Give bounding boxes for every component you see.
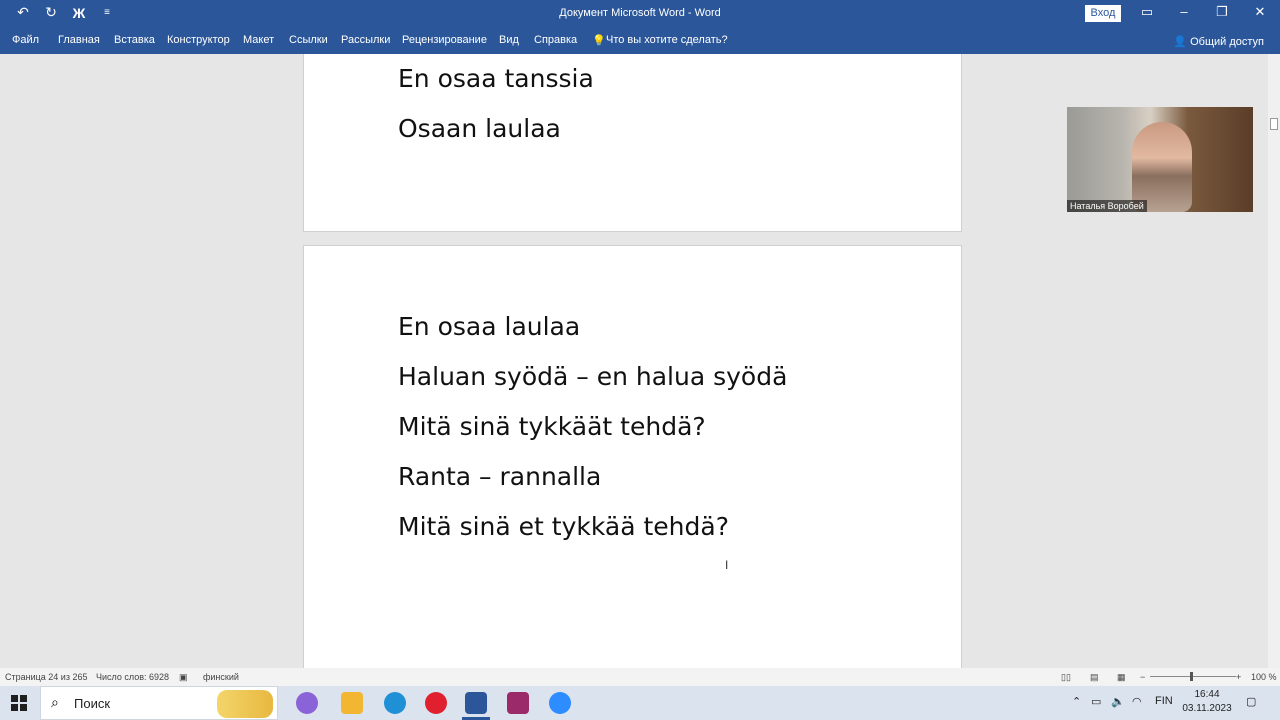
wifi-icon[interactable]: ◠	[1132, 695, 1142, 708]
document-line[interactable]: Mitä sinä tykkäät tehdä?	[398, 412, 706, 441]
tab-view[interactable]: Вид	[499, 34, 519, 46]
maximize-icon[interactable]: ❐	[1211, 4, 1233, 22]
clock-time: 16:44	[1194, 689, 1220, 700]
search-highlight-image	[217, 690, 273, 718]
edge-browser-icon[interactable]	[384, 692, 406, 714]
tab-layout[interactable]: Макет	[243, 34, 274, 46]
ribbon-display-icon[interactable]: ▭	[1136, 4, 1158, 22]
zoom-in-icon[interactable]: +	[1236, 672, 1241, 682]
proofing-icon[interactable]: ▣	[179, 672, 188, 683]
minimize-icon[interactable]: –	[1173, 4, 1195, 22]
tell-me-search[interactable]: Что вы хотите сделать?	[606, 34, 728, 46]
share-button[interactable]: 👤 Общий доступ	[1173, 35, 1264, 48]
status-bar: Страница 24 из 265 Число слов: 6928 ▣ фи…	[0, 668, 1280, 686]
tab-references[interactable]: Ссылки	[289, 34, 328, 46]
scrollbar-thumb[interactable]	[1270, 118, 1278, 130]
windows-start-icon[interactable]	[11, 695, 27, 711]
participant-name: Наталья Воробей	[1067, 200, 1147, 212]
tab-insert[interactable]: Вставка	[114, 34, 155, 46]
opera-browser-icon[interactable]	[425, 692, 447, 714]
web-layout-icon[interactable]: ▦	[1117, 672, 1126, 683]
zoom-app-icon[interactable]	[549, 692, 571, 714]
taskbar-search[interactable]: ⌕ Поиск	[40, 686, 278, 720]
tab-file[interactable]: Файл	[12, 34, 39, 46]
document-line[interactable]: En osaa tanssia	[398, 64, 594, 93]
word-app-icon[interactable]	[465, 692, 487, 714]
taskbar: ⌕ Поиск ⌃ ▭ 🔈 ◠ FIN 16:44 03.11.2023 ▢	[0, 686, 1280, 720]
text-cursor-icon: I	[725, 558, 729, 572]
search-icon: ⌕	[51, 694, 59, 710]
word-count[interactable]: Число слов: 6928	[96, 672, 169, 682]
page-current[interactable]: En osaa laulaa Haluan syödä – en halua s…	[303, 245, 962, 668]
volume-icon[interactable]: 🔈	[1111, 695, 1125, 708]
zoom-slider[interactable]	[1150, 676, 1236, 677]
close-icon[interactable]: ✕	[1249, 4, 1271, 22]
video-thumbnail[interactable]: Наталья Воробей	[1067, 107, 1253, 212]
document-line[interactable]: Haluan syödä – en halua syödä	[398, 362, 787, 391]
share-label: Общий доступ	[1190, 36, 1264, 48]
chevron-up-icon[interactable]: ⌃	[1072, 695, 1081, 708]
tab-mailings[interactable]: Рассылки	[341, 34, 390, 46]
zoom-level[interactable]: 100 %	[1251, 672, 1277, 682]
page-previous[interactable]: En osaa tanssia Osaan laulaa	[303, 54, 962, 232]
page-count[interactable]: Страница 24 из 265	[5, 672, 87, 682]
winrar-icon[interactable]	[507, 692, 529, 714]
zoom-slider-thumb[interactable]	[1190, 672, 1193, 681]
person-icon: 👤	[1173, 36, 1188, 48]
document-line[interactable]: Ranta – rannalla	[398, 462, 601, 491]
zoom-out-icon[interactable]: −	[1140, 672, 1145, 682]
document-line[interactable]: Osaan laulaa	[398, 114, 561, 143]
input-language[interactable]: FIN	[1155, 695, 1173, 707]
clock[interactable]: 16:44 03.11.2023	[1180, 688, 1234, 716]
search-input: Поиск	[74, 696, 111, 711]
participant-video	[1132, 122, 1192, 212]
notifications-icon[interactable]: ▢	[1246, 695, 1256, 708]
document-line[interactable]: En osaa laulaa	[398, 312, 580, 341]
document-line[interactable]: Mitä sinä et tykkää tehdä?	[398, 512, 729, 541]
file-explorer-icon[interactable]	[341, 692, 363, 714]
cortana-icon[interactable]	[296, 692, 318, 714]
tab-home[interactable]: Главная	[58, 34, 100, 46]
lightbulb-icon: 💡	[592, 35, 606, 47]
ribbon-tabs: Файл Главная Вставка Конструктор Макет С…	[0, 28, 1280, 54]
sign-in-button[interactable]: Вход	[1085, 5, 1121, 22]
language-indicator[interactable]: финский	[203, 672, 239, 682]
title-bar: ↶ ↻ Ж ≡ Документ Microsoft Word - Word В…	[0, 0, 1280, 28]
battery-icon[interactable]: ▭	[1091, 695, 1101, 708]
tab-review[interactable]: Рецензирование	[402, 34, 487, 46]
tab-design[interactable]: Конструктор	[167, 34, 230, 46]
print-layout-icon[interactable]: ▤	[1090, 672, 1099, 683]
tab-help[interactable]: Справка	[534, 34, 577, 46]
vertical-scrollbar[interactable]	[1268, 54, 1280, 668]
read-mode-icon[interactable]: ▯▯	[1061, 672, 1071, 683]
clock-date: 03.11.2023	[1182, 703, 1232, 714]
